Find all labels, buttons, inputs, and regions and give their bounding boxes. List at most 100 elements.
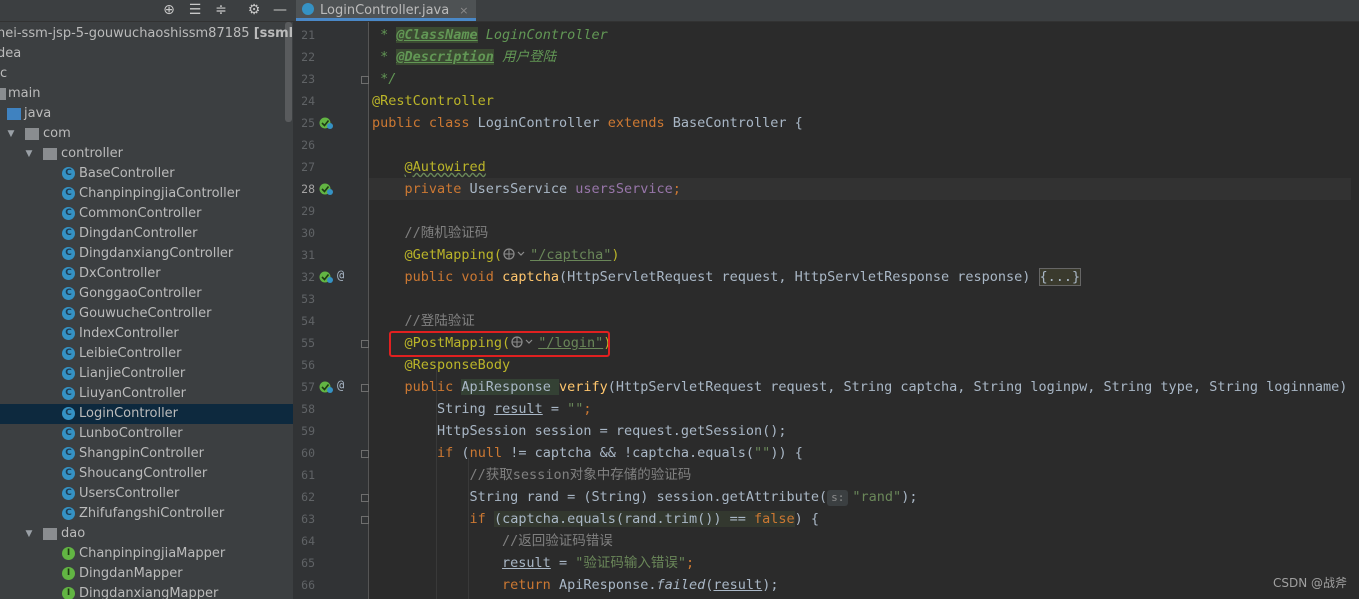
tree-label: c xyxy=(0,66,8,81)
minimize-icon[interactable]: — xyxy=(271,1,289,19)
gear-icon[interactable]: ⚙ xyxy=(245,1,263,19)
tree-label: controller xyxy=(61,146,124,161)
class-icon: C xyxy=(62,467,75,480)
tree-label: DingdanController xyxy=(79,226,198,241)
bean-icon[interactable] xyxy=(319,270,333,284)
code-line-65: result = "验证码输入错误"; xyxy=(502,555,695,571)
line-number: 63 xyxy=(301,512,315,526)
tree-item[interactable]: dea xyxy=(0,44,293,64)
class-icon: C xyxy=(62,387,75,400)
class-icon: C xyxy=(62,487,75,500)
line-number: 27 xyxy=(301,160,315,174)
line-number: 62 xyxy=(301,490,315,504)
bean-icon[interactable] xyxy=(319,380,333,394)
class-icon: C xyxy=(62,167,75,180)
tree-class-item[interactable]: C LeibieController xyxy=(0,344,293,364)
code-line-22: * @Description 用户登陆 xyxy=(372,49,557,65)
tree-class-item[interactable]: C ShoucangController xyxy=(0,464,293,484)
line-number: 28 xyxy=(301,182,315,196)
bean-icon[interactable] xyxy=(319,182,333,196)
bean-icon[interactable] xyxy=(319,116,333,130)
tree-label: java xyxy=(24,106,52,121)
fold-icon[interactable] xyxy=(361,384,369,392)
line-number: 59 xyxy=(301,424,315,438)
tree-label: ChanpinpingjiaController xyxy=(79,186,241,201)
tree-class-item[interactable]: C IndexController xyxy=(0,324,293,344)
tree-item[interactable]: c xyxy=(0,64,293,84)
tab-logincontroller[interactable]: LoginController.java × xyxy=(296,0,477,21)
code-line-54: //登陆验证 xyxy=(404,313,475,329)
globe-icon[interactable] xyxy=(502,246,530,260)
tree-class-item[interactable]: C CommonController xyxy=(0,204,293,224)
tree-class-item[interactable]: C ZhifufangshiController xyxy=(0,504,293,524)
tree-class-item-selected[interactable]: C LoginController xyxy=(0,404,293,424)
tree-class-item[interactable]: C GonggaoController xyxy=(0,284,293,304)
tree-class-item[interactable]: C DingdanxiangController xyxy=(0,244,293,264)
fold-icon[interactable] xyxy=(361,76,369,84)
tree-class-item[interactable]: C GouwucheController xyxy=(0,304,293,324)
endpoint-at-icon[interactable]: @ xyxy=(337,378,344,392)
chevron-down-icon[interactable]: ▼ xyxy=(24,524,34,544)
tree-class-item[interactable]: C UsersController xyxy=(0,484,293,504)
endpoint-at-icon[interactable]: @ xyxy=(337,268,344,282)
fold-icon[interactable] xyxy=(361,516,369,524)
tree-label: IndexController xyxy=(79,326,179,341)
line-number: 29 xyxy=(301,204,315,218)
line-number: 55 xyxy=(301,336,315,350)
code-line-63: if (captcha.equals(rand.trim()) == false… xyxy=(469,511,820,527)
code-line-28-current: private UsersService usersService; xyxy=(369,178,1359,200)
tree-interface-item[interactable]: I ChanpinpingjiaMapper xyxy=(0,544,293,564)
line-number: 54 xyxy=(301,314,315,328)
code-line-64: //返回验证码错误 xyxy=(502,533,613,549)
tree-interface-item[interactable]: I DingdanMapper xyxy=(0,564,293,584)
tab-label: LoginController.java xyxy=(320,3,450,18)
tree-item-main[interactable]: main xyxy=(0,84,293,104)
class-icon: C xyxy=(62,407,75,420)
tree-item-java[interactable]: java xyxy=(0,104,293,124)
tree-item-com[interactable]: ▼ com xyxy=(0,124,293,144)
interface-icon: I xyxy=(62,547,75,560)
tree-class-item[interactable]: C LunboController xyxy=(0,424,293,444)
tree-class-item[interactable]: C ChanpinpingjiaController xyxy=(0,184,293,204)
code-editor[interactable]: * @ClassName LoginController * @Descript… xyxy=(369,22,1359,599)
fold-icon[interactable] xyxy=(361,340,369,348)
tree-class-item[interactable]: C ShangpinController xyxy=(0,444,293,464)
target-icon[interactable]: ⊕ xyxy=(160,1,178,19)
code-line-23: */ xyxy=(372,71,397,87)
tree-root[interactable]: hei-ssm-jsp-5-gouwuchaoshissm87185 [ssml… xyxy=(0,24,293,44)
fold-icon[interactable] xyxy=(361,494,369,502)
package-icon xyxy=(43,528,57,540)
tree-class-item[interactable]: C DxController xyxy=(0,264,293,284)
chevron-down-icon[interactable]: ▼ xyxy=(24,144,34,164)
folded-code-block[interactable]: {...} xyxy=(1038,268,1082,286)
expand-all-icon[interactable]: ☰ xyxy=(186,1,204,19)
tree-label: ShangpinController xyxy=(79,446,204,461)
fold-icon[interactable] xyxy=(361,450,369,458)
line-number: 64 xyxy=(301,534,315,548)
tree-class-item[interactable]: C LianjieController xyxy=(0,364,293,384)
collapse-all-icon[interactable]: ≑ xyxy=(212,1,230,19)
close-icon[interactable]: × xyxy=(459,4,468,17)
class-icon: C xyxy=(62,447,75,460)
folder-icon xyxy=(0,88,6,100)
tree-interface-item[interactable]: I DingdanxiangMapper xyxy=(0,584,293,599)
editor-scrollbar[interactable] xyxy=(1351,22,1359,599)
tree-class-item[interactable]: C DingdanController xyxy=(0,224,293,244)
class-icon: C xyxy=(62,187,75,200)
tree-class-item[interactable]: C LiuyanController xyxy=(0,384,293,404)
class-icon: C xyxy=(62,327,75,340)
package-icon xyxy=(25,128,39,140)
tree-item-dao[interactable]: ▼ dao xyxy=(0,524,293,544)
tree-item-controller[interactable]: ▼ controller xyxy=(0,144,293,164)
line-number: 58 xyxy=(301,402,315,416)
line-number: 65 xyxy=(301,556,315,570)
tree-label: ZhifufangshiController xyxy=(79,506,225,521)
tree-class-item[interactable]: C BaseController xyxy=(0,164,293,184)
line-number: 21 xyxy=(301,28,315,42)
tree-label: LoginController xyxy=(79,406,179,421)
chevron-down-icon[interactable]: ▼ xyxy=(6,124,16,144)
parameter-hint: s: xyxy=(827,490,849,506)
editor-gutter: 21 22 23 24 25 26 27 28 29 30 31 32 53 5… xyxy=(293,22,369,599)
tree-label: DingdanMapper xyxy=(79,566,183,581)
code-line-21: * @ClassName LoginController xyxy=(372,27,608,43)
